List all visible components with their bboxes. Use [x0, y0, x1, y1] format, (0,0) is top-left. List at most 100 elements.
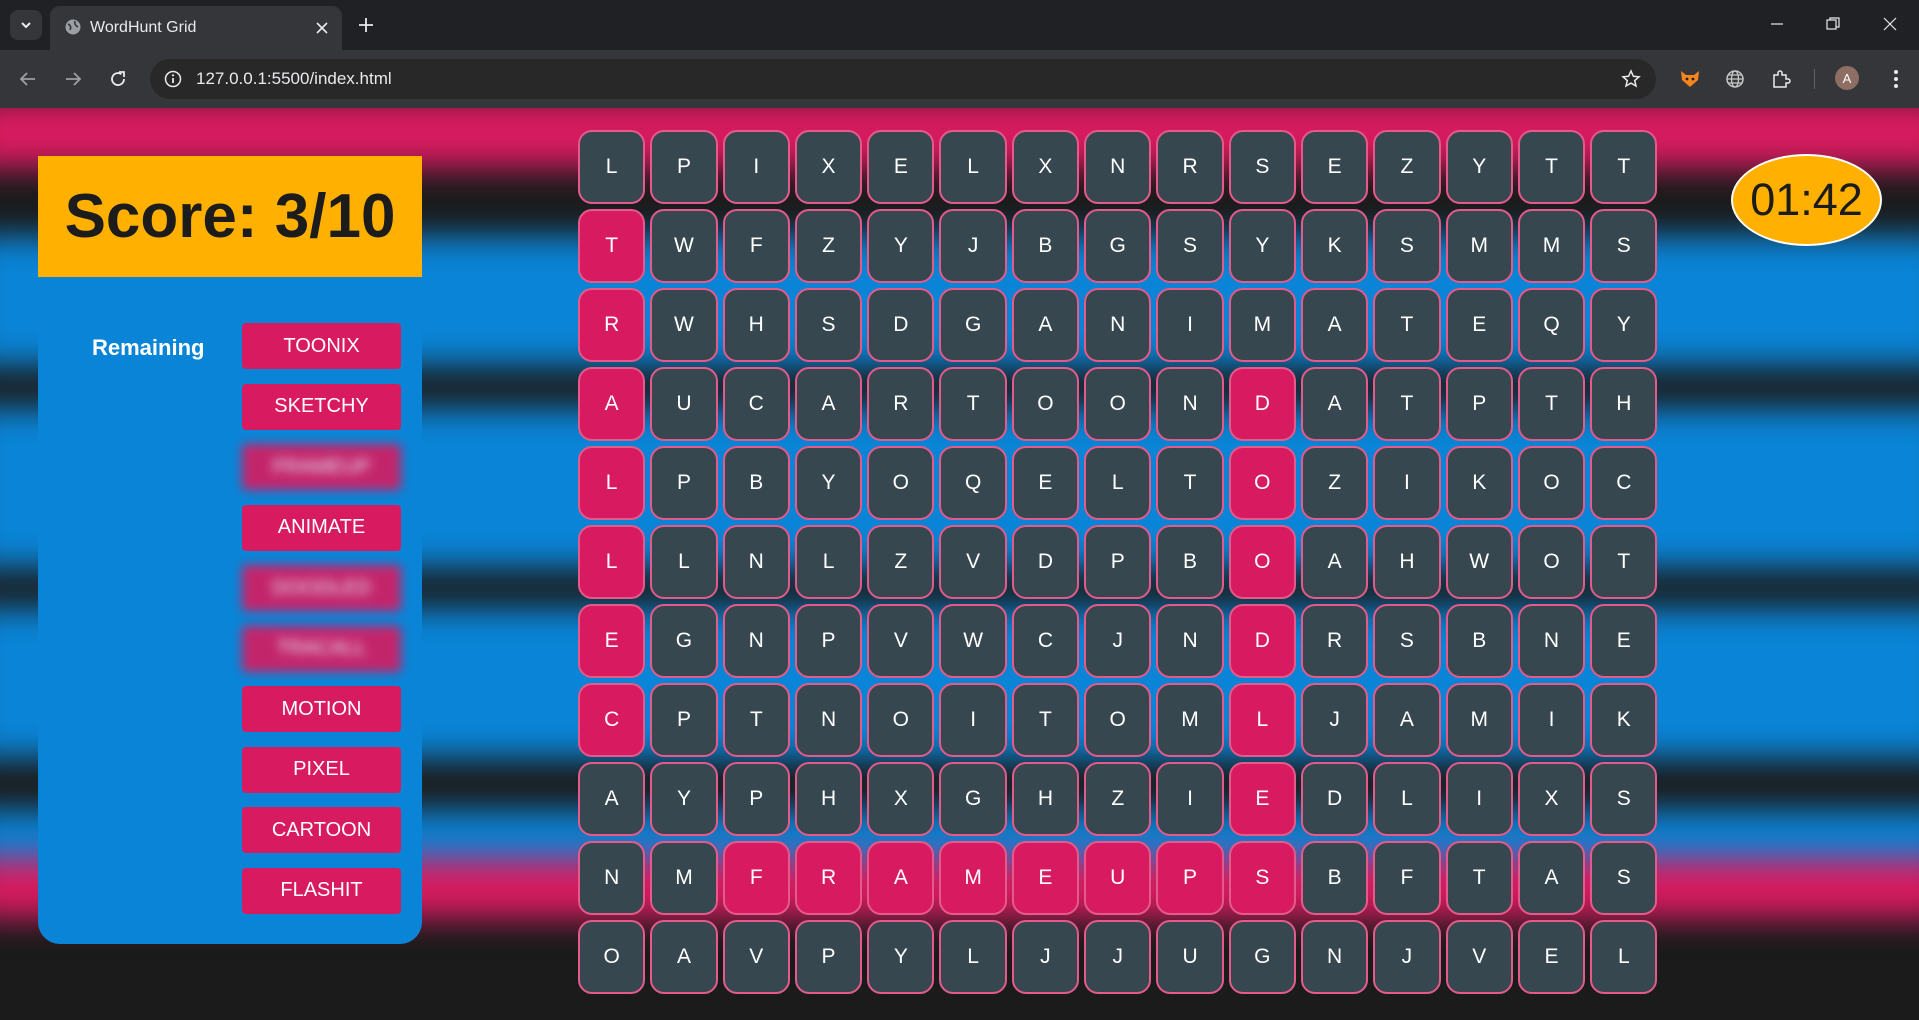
grid-cell[interactable]: D [1011, 525, 1080, 599]
globe-extension-button[interactable] [1719, 63, 1751, 95]
grid-cell[interactable]: P [794, 604, 863, 678]
grid-cell[interactable]: I [1156, 762, 1224, 836]
grid-cell[interactable]: E [1517, 920, 1586, 994]
grid-cell[interactable]: H [1011, 762, 1080, 836]
grid-cell[interactable]: V [867, 604, 935, 678]
grid-cell[interactable]: M [1156, 683, 1224, 757]
grid-cell[interactable]: C [722, 367, 790, 441]
profile-avatar[interactable]: A [1835, 66, 1859, 90]
grid-cell[interactable]: E [1590, 604, 1658, 678]
grid-cell[interactable]: T [1373, 288, 1441, 362]
grid-cell[interactable]: V [1445, 920, 1513, 994]
grid-cell[interactable]: F [722, 841, 790, 915]
grid-cell[interactable]: J [1084, 920, 1152, 994]
grid-cell[interactable]: E [1011, 841, 1080, 915]
grid-cell[interactable]: B [1011, 209, 1080, 283]
grid-cell[interactable]: W [650, 288, 718, 362]
close-window-button[interactable] [1870, 8, 1910, 40]
grid-cell[interactable]: V [722, 920, 790, 994]
grid-cell[interactable]: K [1445, 446, 1513, 520]
grid-cell[interactable]: B [1300, 841, 1369, 915]
grid-cell[interactable]: E [867, 130, 935, 204]
close-tab-button[interactable] [310, 16, 334, 40]
grid-cell[interactable]: K [1300, 209, 1369, 283]
grid-cell[interactable]: N [722, 525, 790, 599]
grid-cell[interactable]: A [1011, 288, 1080, 362]
grid-cell[interactable]: T [578, 209, 646, 283]
grid-cell[interactable]: N [1084, 130, 1152, 204]
tab-search-button[interactable] [10, 10, 42, 40]
address-bar[interactable]: 127.0.0.1:5500/index.html [150, 59, 1656, 99]
grid-cell[interactable]: E [1228, 762, 1296, 836]
grid-cell[interactable]: N [1156, 367, 1224, 441]
grid-cell[interactable]: S [1590, 762, 1658, 836]
grid-cell[interactable]: M [1445, 683, 1513, 757]
grid-cell[interactable]: T [1517, 367, 1586, 441]
grid-cell[interactable]: T [1373, 367, 1441, 441]
grid-cell[interactable]: H [722, 288, 790, 362]
grid-cell[interactable]: J [1300, 683, 1369, 757]
grid-cell[interactable]: Z [794, 209, 863, 283]
grid-cell[interactable]: X [867, 762, 935, 836]
grid-cell[interactable]: S [794, 288, 863, 362]
grid-cell[interactable]: A [578, 762, 646, 836]
grid-cell[interactable]: B [1445, 604, 1513, 678]
grid-cell[interactable]: O [1517, 446, 1586, 520]
grid-cell[interactable]: M [939, 841, 1007, 915]
grid-cell[interactable]: M [1228, 288, 1296, 362]
url-text[interactable]: 127.0.0.1:5500/index.html [196, 69, 392, 89]
grid-cell[interactable]: N [1156, 604, 1224, 678]
grid-cell[interactable]: R [794, 841, 863, 915]
grid-cell[interactable]: A [867, 841, 935, 915]
extensions-button[interactable] [1765, 63, 1797, 95]
grid-cell[interactable]: A [1373, 683, 1441, 757]
grid-cell[interactable]: K [1590, 683, 1658, 757]
grid-cell[interactable]: E [1011, 446, 1080, 520]
grid-cell[interactable]: L [578, 446, 646, 520]
grid-cell[interactable]: P [722, 762, 790, 836]
grid-cell[interactable]: G [939, 288, 1007, 362]
grid-cell[interactable]: U [650, 367, 718, 441]
grid-cell[interactable]: R [1300, 604, 1369, 678]
grid-cell[interactable]: T [1517, 130, 1586, 204]
grid-cell[interactable]: S [1590, 209, 1658, 283]
minimize-button[interactable] [1757, 8, 1797, 40]
grid-cell[interactable]: C [578, 683, 646, 757]
forward-button[interactable] [57, 63, 89, 95]
grid-cell[interactable]: J [1084, 604, 1152, 678]
grid-cell[interactable]: A [1517, 841, 1586, 915]
bookmark-button[interactable] [1618, 66, 1644, 92]
grid-cell[interactable]: I [1156, 288, 1224, 362]
grid-cell[interactable]: O [867, 683, 935, 757]
grid-cell[interactable]: N [794, 683, 863, 757]
grid-cell[interactable]: L [939, 130, 1007, 204]
grid-cell[interactable]: L [1084, 446, 1152, 520]
grid-cell[interactable]: F [722, 209, 790, 283]
menu-button[interactable] [1880, 63, 1912, 95]
grid-cell[interactable]: O [1228, 446, 1296, 520]
grid-cell[interactable]: E [1445, 288, 1513, 362]
grid-cell[interactable]: P [650, 446, 718, 520]
grid-cell[interactable]: T [1156, 446, 1224, 520]
grid-cell[interactable]: E [1300, 130, 1369, 204]
grid-cell[interactable]: L [1590, 920, 1658, 994]
grid-cell[interactable]: R [578, 288, 646, 362]
grid-cell[interactable]: L [578, 130, 646, 204]
grid-cell[interactable]: G [939, 762, 1007, 836]
grid-cell[interactable]: S [1373, 209, 1441, 283]
grid-cell[interactable]: O [1228, 525, 1296, 599]
grid-cell[interactable]: T [1445, 841, 1513, 915]
grid-cell[interactable]: Q [939, 446, 1007, 520]
grid-cell[interactable]: G [650, 604, 718, 678]
grid-cell[interactable]: T [722, 683, 790, 757]
grid-cell[interactable]: G [1228, 920, 1296, 994]
grid-cell[interactable]: P [1445, 367, 1513, 441]
grid-cell[interactable]: S [1373, 604, 1441, 678]
grid-cell[interactable]: N [1517, 604, 1586, 678]
grid-cell[interactable]: B [722, 446, 790, 520]
restore-button[interactable] [1813, 8, 1853, 40]
grid-cell[interactable]: S [1228, 841, 1296, 915]
grid-cell[interactable]: A [1300, 288, 1369, 362]
grid-cell[interactable]: J [939, 209, 1007, 283]
grid-cell[interactable]: P [1156, 841, 1224, 915]
